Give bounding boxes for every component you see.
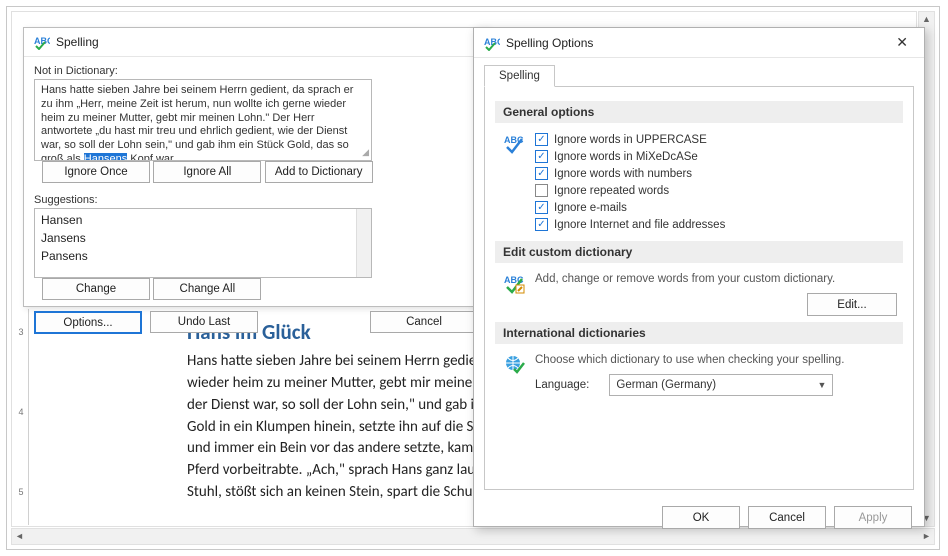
language-select[interactable]: German (Germany) ▼ bbox=[609, 374, 833, 396]
checkbox-icon[interactable]: ✓ bbox=[535, 133, 548, 146]
checkbox-row[interactable]: ✓ Ignore words in MiXeDcASe bbox=[535, 150, 903, 163]
spelling-dialog: ABC Spelling Not in Dictionary: Hans hat… bbox=[23, 27, 489, 307]
checkbox-label: Ignore words with numbers bbox=[554, 168, 692, 180]
group-header-custom-dict: Edit custom dictionary bbox=[495, 241, 903, 263]
scroll-up-icon[interactable]: ▲ bbox=[919, 12, 934, 27]
checkbox-row[interactable]: ✓ Ignore e-mails bbox=[535, 201, 903, 214]
cancel-button[interactable]: Cancel bbox=[748, 506, 826, 529]
spellcheck-icon: ABC bbox=[34, 34, 50, 50]
apply-button[interactable]: Apply bbox=[834, 506, 912, 529]
language-label: Language: bbox=[535, 379, 589, 391]
language-value: German (Germany) bbox=[616, 379, 716, 391]
group-header-general: General options bbox=[495, 101, 903, 123]
context-textbox[interactable]: Hans hatte sieben Jahre bei seinem Herrn… bbox=[34, 79, 372, 161]
intl-hint: Choose which dictionary to use when chec… bbox=[535, 354, 903, 366]
dialog-button-row: OK Cancel Apply bbox=[474, 498, 924, 537]
custom-dict-hint: Add, change or remove words from your cu… bbox=[535, 273, 903, 285]
chevron-down-icon: ▼ bbox=[817, 380, 826, 390]
change-all-button[interactable]: Change All bbox=[153, 278, 261, 300]
checkbox-row[interactable]: ✓ Ignore words with numbers bbox=[535, 167, 903, 180]
cancel-button[interactable]: Cancel bbox=[370, 311, 478, 333]
suggestions-label: Suggestions: bbox=[34, 194, 478, 206]
ignore-button-group: Ignore Once Ignore All Add to Dictionary bbox=[42, 161, 373, 188]
edit-dictionary-button[interactable]: Edit... bbox=[807, 293, 897, 316]
suggestion-item[interactable]: Jansens bbox=[35, 229, 371, 247]
spellcheck-icon: ABC bbox=[484, 35, 500, 51]
add-to-dictionary-button[interactable]: Add to Dictionary bbox=[265, 161, 373, 183]
options-button[interactable]: Options... bbox=[34, 311, 142, 334]
checkbox-label: Ignore words in UPPERCASE bbox=[554, 134, 707, 146]
suggestions-listbox[interactable]: Hansen Jansens Pansens bbox=[34, 208, 372, 278]
ruler-mark: 5 bbox=[15, 487, 27, 497]
checkbox-icon[interactable] bbox=[535, 184, 548, 197]
general-options-list: ✓ Ignore words in UPPERCASE ✓ Ignore words … bbox=[535, 129, 903, 235]
suggestion-item[interactable]: Hansen bbox=[35, 211, 371, 229]
close-icon[interactable]: ✕ bbox=[890, 34, 914, 51]
suggestion-item[interactable]: Pansens bbox=[35, 247, 371, 265]
dictionary-edit-icon: ABC bbox=[495, 269, 535, 316]
checkbox-icon[interactable]: ✓ bbox=[535, 150, 548, 163]
tab-page: General options ABC ✓ Ignore words in UPP… bbox=[484, 86, 914, 490]
checkbox-row[interactable]: ✓ Ignore words in UPPERCASE bbox=[535, 133, 903, 146]
change-button-group: Change Change All bbox=[42, 278, 261, 305]
app-window: ▲ ▼ ◄ ► 3 4 5 Hans im Glück Hans hatte s… bbox=[6, 6, 940, 550]
dialog-title: Spelling bbox=[56, 35, 99, 49]
ruler-mark: 4 bbox=[15, 407, 27, 417]
not-in-dictionary-label: Not in Dictionary: bbox=[34, 65, 478, 77]
globe-spellcheck-icon bbox=[495, 350, 535, 396]
ignore-once-button[interactable]: Ignore Once bbox=[42, 161, 150, 183]
highlighted-word: Hansens bbox=[84, 153, 127, 161]
checkbox-label: Ignore words in MiXeDcASe bbox=[554, 151, 698, 163]
ignore-all-button[interactable]: Ignore All bbox=[153, 161, 261, 183]
ok-button[interactable]: OK bbox=[662, 506, 740, 529]
dialog-titlebar[interactable]: ABC Spelling Options ✕ bbox=[474, 28, 924, 58]
change-button[interactable]: Change bbox=[42, 278, 150, 300]
spelling-options-dialog: ABC Spelling Options ✕ Spelling General … bbox=[473, 27, 925, 527]
spellcheck-icon: ABC bbox=[495, 129, 535, 235]
checkbox-row[interactable]: ✓ Ignore Internet and file addresses bbox=[535, 218, 903, 231]
checkbox-label: Ignore Internet and file addresses bbox=[554, 219, 725, 231]
group-header-international: International dictionaries bbox=[495, 322, 903, 344]
dialog-titlebar[interactable]: ABC Spelling bbox=[24, 28, 488, 57]
checkbox-row[interactable]: Ignore repeated words bbox=[535, 184, 903, 197]
resize-grip-icon[interactable]: ◢ bbox=[362, 147, 369, 158]
checkbox-label: Ignore repeated words bbox=[554, 185, 669, 197]
scroll-left-icon[interactable]: ◄ bbox=[12, 529, 27, 544]
tab-bar: Spelling bbox=[474, 58, 924, 86]
checkbox-icon[interactable]: ✓ bbox=[535, 167, 548, 180]
checkbox-icon[interactable]: ✓ bbox=[535, 201, 548, 214]
tab-spelling[interactable]: Spelling bbox=[484, 65, 555, 87]
undo-last-button[interactable]: Undo Last bbox=[150, 311, 258, 333]
suggestions-scrollbar[interactable] bbox=[356, 209, 371, 277]
dialog-title: Spelling Options bbox=[506, 36, 593, 50]
checkbox-label: Ignore e-mails bbox=[554, 202, 627, 214]
checkbox-icon[interactable]: ✓ bbox=[535, 218, 548, 231]
